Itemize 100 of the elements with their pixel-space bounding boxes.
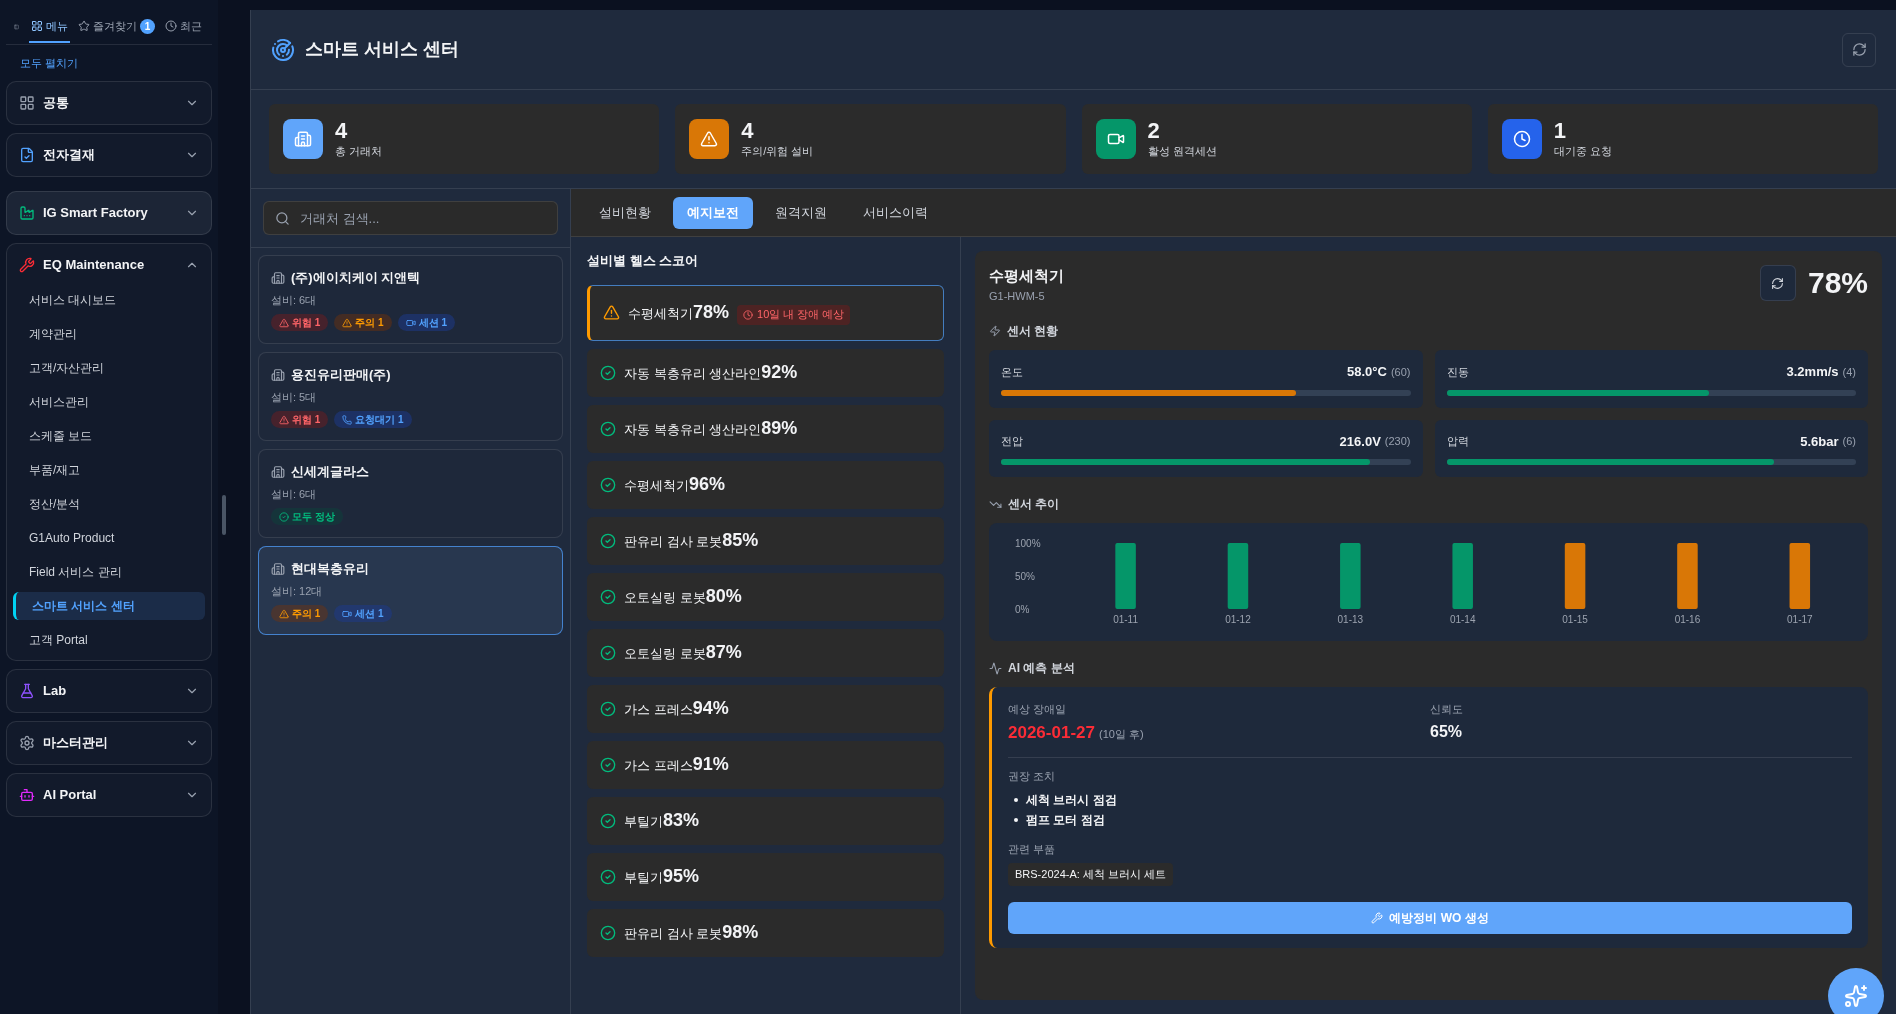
menu-item[interactable]: 계약관리 xyxy=(13,320,205,348)
customer-card[interactable]: 용진유리판매(주) 설비: 5대 위험 1 요청대기 1 xyxy=(258,352,563,441)
menu-group-header[interactable]: 마스터관리 xyxy=(7,722,211,764)
equipment-name: 판유리 검사 로봇 xyxy=(624,925,723,943)
chart-bar xyxy=(1340,543,1361,609)
days-remaining: (10일 후) xyxy=(1098,726,1144,742)
confidence-value: 65% xyxy=(1430,721,1463,742)
check-circle-icon xyxy=(600,644,616,661)
refresh-button[interactable] xyxy=(1759,265,1796,301)
health-score: 83% xyxy=(663,809,700,832)
menu-group-header[interactable]: 공통 xyxy=(7,82,211,124)
chart-bar xyxy=(1564,543,1586,609)
bullet-icon xyxy=(1014,817,1018,822)
health-score-row[interactable]: 가스 프레스94% xyxy=(587,684,944,733)
menu-item[interactable]: 고객 Portal xyxy=(13,626,205,654)
menu-item[interactable]: 부품/재고 xyxy=(13,456,205,484)
recommended-action: 세척 브러시 점검 xyxy=(1026,791,1117,809)
section-title: 센서 추이 xyxy=(1008,496,1060,513)
equipment-name: 오토실링 로봇 xyxy=(624,590,706,607)
menu-group-header[interactable]: EQ Maintenance xyxy=(7,244,211,286)
building-icon xyxy=(271,270,285,285)
refresh-icon xyxy=(1851,42,1867,57)
menu-item[interactable]: 정산/분석 xyxy=(13,490,205,518)
menu-item[interactable]: G1Auto Product xyxy=(13,524,205,552)
health-score-row[interactable]: 판유리 검사 로봇98% xyxy=(587,908,944,957)
sidebar-tab[interactable]: 메뉴 xyxy=(29,12,70,43)
search-field[interactable]: 거래처 검색... xyxy=(263,201,558,235)
menu-item[interactable]: 스케줄 보드 xyxy=(13,422,205,450)
tab[interactable]: 서비스이력 xyxy=(849,196,942,229)
refresh-icon xyxy=(1771,276,1785,290)
chart-bar xyxy=(1789,543,1811,609)
equipment-count: 설비: 6대 xyxy=(271,292,317,308)
menu-item[interactable]: 서비스 대시보드 xyxy=(13,286,205,314)
x-tick-label: 01-11 xyxy=(1113,614,1138,625)
menu-item[interactable]: 서비스관리 xyxy=(13,388,205,416)
expand-all-link[interactable]: 모두 펼치기 xyxy=(6,52,93,73)
status-tag: 세션 1 xyxy=(334,605,392,622)
menu-group-header[interactable]: IG Smart Factory xyxy=(7,192,211,234)
flask-icon xyxy=(19,683,35,699)
wrench-icon xyxy=(19,257,35,273)
menu-group-header[interactable]: 전자결재 xyxy=(7,134,211,176)
customer-card[interactable]: 신세계글라스 설비: 6대 모두 정상 xyxy=(258,449,563,538)
menu-item[interactable]: Field 서비스 관리 xyxy=(13,558,205,586)
health-score-row[interactable]: 부틸기95% xyxy=(587,852,944,901)
sidebar-tab[interactable]: 즐겨찾기 1 xyxy=(76,12,157,43)
menu-item[interactable]: 고객/자산관리 xyxy=(13,354,205,382)
sensor-label: 압력 xyxy=(1446,434,1470,449)
sensor-label: 진동 xyxy=(1446,364,1470,380)
field-label: 관련 부품 xyxy=(1008,841,1056,857)
menu-group-header[interactable]: Lab xyxy=(7,670,211,712)
menu-item[interactable]: 스마트 서비스 센터 xyxy=(13,592,205,620)
equipment-name: 수평세척기 xyxy=(624,478,689,495)
robot-icon xyxy=(19,787,35,803)
check-circle-icon xyxy=(600,812,616,829)
sensor-value: 216.0V xyxy=(1339,432,1381,451)
health-score-row[interactable]: 가스 프레스91% xyxy=(587,740,944,789)
sensor-value: 5.6bar xyxy=(1800,432,1839,451)
health-score-row[interactable]: 오토실링 로봇80% xyxy=(587,572,944,621)
health-score-row[interactable]: 자동 복층유리 생산라인92% xyxy=(587,348,944,397)
x-tick-label: 01-14 xyxy=(1449,614,1476,625)
y-tick-label: 0% xyxy=(1015,604,1030,615)
scrollbar-thumb[interactable] xyxy=(222,495,226,535)
tab[interactable]: 설비현황 xyxy=(585,196,665,229)
customer-card[interactable]: 현대복층유리 설비: 12대 주의 1 세션 1 xyxy=(258,546,563,635)
health-score: 85% xyxy=(722,529,759,552)
stat-value: 2 xyxy=(1147,118,1161,143)
field-label: 신뢰도 xyxy=(1430,702,1463,717)
customer-name: (주)에이치케이 지앤텍 xyxy=(291,269,421,287)
chart-bar xyxy=(1227,543,1249,609)
phone-icon xyxy=(342,414,353,425)
status-tag: 주의 1 xyxy=(334,314,392,331)
section-title: AI 예측 분석 xyxy=(1008,660,1075,677)
stat-value: 4 xyxy=(335,118,349,143)
menu-group-header[interactable]: AI Portal xyxy=(7,774,211,816)
refresh-button[interactable] xyxy=(1842,32,1876,67)
settings-icon xyxy=(19,735,35,751)
sensor-label: 전압 xyxy=(1001,434,1024,449)
wrench-icon xyxy=(1371,911,1384,924)
x-tick-label: 01-17 xyxy=(1787,614,1813,625)
health-score-row[interactable]: 수평세척기78% 10일 내 장애 예상 xyxy=(587,284,944,341)
field-label: 권장 조치 xyxy=(1008,769,1056,784)
health-score-row[interactable]: 판유리 검사 로봇85% xyxy=(587,516,944,565)
sidebar-tab[interactable]: 최근 xyxy=(163,12,204,43)
health-score-row[interactable]: 자동 복층유리 생산라인89% xyxy=(587,404,944,453)
health-score: 95% xyxy=(663,865,700,888)
video-icon xyxy=(405,317,416,328)
health-score-row[interactable]: 수평세척기96% xyxy=(587,460,944,509)
bullet-icon xyxy=(1014,797,1018,802)
tab[interactable]: 원격지원 xyxy=(761,196,841,229)
stat-label: 주의/위험 설비 xyxy=(741,143,814,159)
health-score-row[interactable]: 오토실링 로봇87% xyxy=(587,628,944,677)
health-score: 96% xyxy=(689,473,726,496)
sensor-label: 온도 xyxy=(1001,364,1024,380)
sensor-limit: (230) xyxy=(1384,434,1411,449)
customer-card[interactable]: (주)에이치케이 지앤텍 설비: 6대 위험 1 주의 1 세션 1 xyxy=(258,255,563,344)
sparkles-icon xyxy=(1844,984,1868,1008)
health-score-row[interactable]: 부틸기83% xyxy=(587,796,944,845)
section-title: 설비별 헬스 스코어 xyxy=(587,252,700,270)
building-icon xyxy=(271,367,285,382)
health-score: 80% xyxy=(705,585,742,608)
